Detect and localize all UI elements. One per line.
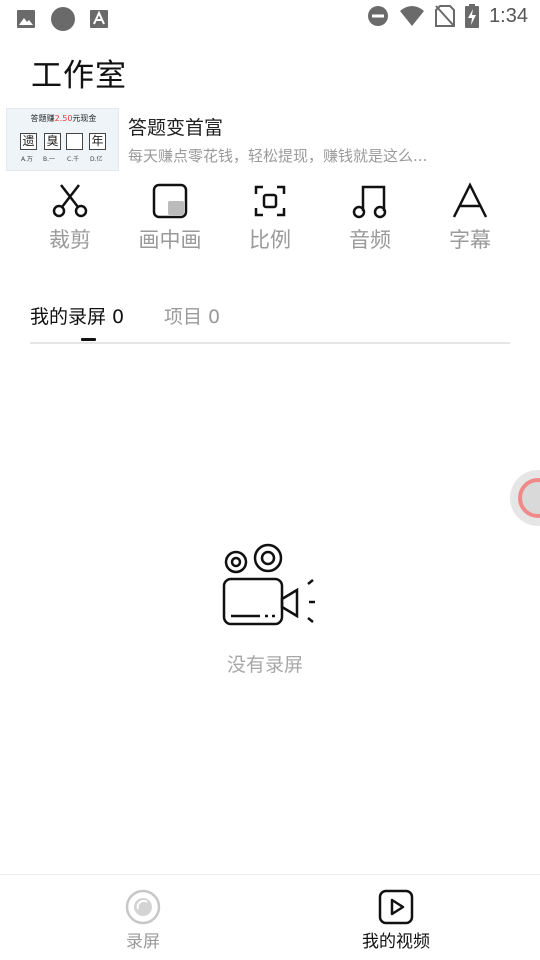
tool-label: 比例 — [249, 228, 291, 252]
tool-label: 裁剪 — [49, 228, 91, 252]
ad-thumb-title: 答题赚2.50元现金 — [7, 113, 120, 124]
ad-thumb-option: D.亿 — [90, 156, 103, 163]
nav-item-record[interactable]: 录屏 — [73, 889, 213, 952]
nav-item-my-videos[interactable]: 我的视频 — [326, 889, 466, 952]
battery-charging-icon — [465, 4, 480, 28]
ad-description: 每天赚点零花钱，轻松提现，赚钱就是这么... — [128, 147, 428, 165]
ad-thumb-char: 臭 — [44, 133, 61, 150]
ad-thumb-title-highlight: 2.50 — [54, 114, 73, 123]
record-icon — [518, 478, 540, 518]
do-not-disturb-icon — [368, 6, 389, 26]
no-sim-icon — [435, 5, 456, 27]
tool-label: 画中画 — [138, 228, 202, 252]
tool-subtitle[interactable]: 字幕 — [420, 182, 520, 262]
ad-thumb-char: 年 — [89, 133, 106, 150]
image-icon — [17, 10, 35, 28]
font-icon — [90, 10, 108, 28]
ad-banner[interactable]: 答题赚2.50元现金 遗 臭 年 A.万 B.一 C.千 D.亿 答题变首富 每… — [6, 108, 526, 172]
empty-state-text: 没有录屏 — [226, 654, 303, 676]
tool-label: 音频 — [349, 228, 391, 252]
picture-in-picture-icon — [152, 183, 188, 219]
subtitle-icon — [452, 182, 488, 218]
bottom-nav: 录屏 我的视频 — [0, 874, 540, 960]
music-note-icon — [352, 185, 387, 219]
aspect-ratio-icon — [254, 185, 286, 217]
tab-bar: 我的录屏 0 项目 0 — [30, 300, 510, 344]
status-right-icons: 1:34 — [367, 4, 528, 28]
tab-projects[interactable]: 项目 0 — [164, 302, 220, 329]
tool-aspect-ratio[interactable]: 比例 — [220, 182, 320, 262]
video-camera-icon — [222, 543, 315, 626]
ad-thumb-option: B.一 — [43, 156, 56, 163]
scissors-icon — [52, 184, 88, 218]
status-left-icons — [16, 6, 108, 32]
ad-thumb-char: 遗 — [20, 133, 37, 150]
tab-my-recordings[interactable]: 我的录屏 0 — [30, 302, 124, 329]
tool-audio[interactable]: 音频 — [320, 182, 420, 262]
circle-icon — [51, 7, 75, 31]
floating-record-button[interactable] — [510, 470, 540, 526]
ad-title: 答题变首富 — [128, 117, 224, 139]
tool-label: 字幕 — [449, 228, 491, 252]
tools-row: 裁剪 画中画 比例 音频 字幕 — [20, 182, 520, 262]
tab-indicator — [81, 338, 96, 341]
tool-picture-in-picture[interactable]: 画中画 — [120, 182, 220, 262]
nav-label: 录屏 — [126, 932, 160, 952]
ad-thumb-title-suffix: 元现金 — [72, 114, 97, 123]
ad-thumb-char — [66, 133, 83, 150]
ad-thumbnail: 答题赚2.50元现金 遗 臭 年 A.万 B.一 C.千 D.亿 — [6, 108, 119, 171]
nav-label: 我的视频 — [362, 932, 430, 952]
ad-thumb-option: A.万 — [21, 156, 33, 163]
tool-crop[interactable]: 裁剪 — [20, 182, 120, 262]
play-square-icon — [378, 889, 414, 925]
page-title: 工作室 — [31, 58, 127, 94]
wifi-icon — [400, 6, 425, 26]
status-time: 1:34 — [489, 4, 528, 27]
status-bar: 1:34 — [0, 0, 540, 36]
ad-thumb-title-prefix: 答题赚 — [30, 114, 55, 123]
record-icon — [125, 889, 161, 925]
ad-thumb-option: C.千 — [67, 156, 80, 163]
